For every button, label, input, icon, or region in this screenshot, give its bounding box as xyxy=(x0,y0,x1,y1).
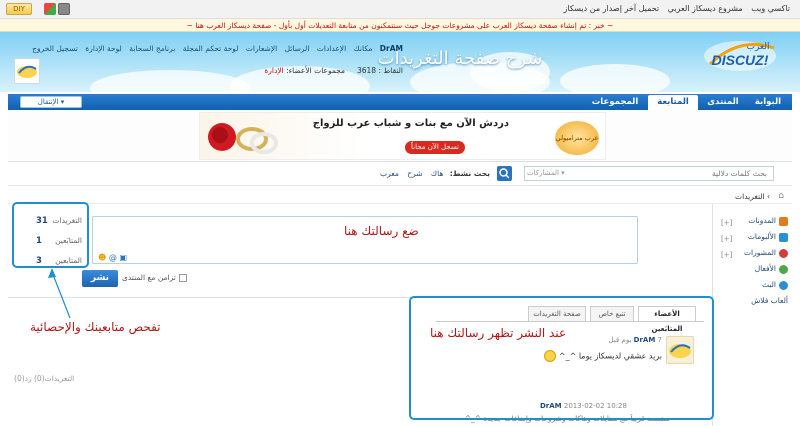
compose-toolbar: ☻ @ ▣ xyxy=(98,253,127,262)
user-info: النقاط : 3618 مجموعات الأعضاء: الإدارة xyxy=(264,66,403,75)
add-icon[interactable]: [+] xyxy=(721,232,732,246)
sidebar-item-label: البث xyxy=(762,280,776,289)
discuz-logo[interactable]: DISCUZ! العرب xyxy=(700,34,780,74)
hot-label: بحث نشط: xyxy=(449,169,490,178)
search-scope-label: المشاركات xyxy=(527,169,559,177)
user-link[interactable]: برنامج السحابة xyxy=(129,44,175,53)
arrow-annotation xyxy=(48,268,71,319)
sidebar-item-flash-games[interactable]: ألعاب فلاش xyxy=(717,294,788,308)
broadcast-icon xyxy=(779,280,788,290)
sidebar-item-albums[interactable]: الألبومات [+] xyxy=(717,230,788,244)
quick-nav-label: الإنتقال xyxy=(37,98,59,106)
news-ticker[interactable]: ~ خبر : تم إنشاء صفحة ديسكاز العرب على م… xyxy=(0,19,800,32)
breadcrumb-label: التغريدات xyxy=(735,192,765,201)
image-icon[interactable]: ▣ xyxy=(119,253,127,262)
tweets-reply-count: التغريدات(0) رد(0) xyxy=(14,374,75,383)
sidebar-item-broadcast[interactable]: البث xyxy=(717,278,788,292)
top-link[interactable]: مشروع ديسكاز العربي xyxy=(668,4,743,13)
annotation-box-stats xyxy=(12,202,89,268)
rose-rings-image xyxy=(208,123,278,154)
top-links: تاكسي ويب مشروع ديسكاز العربي تحميل آخر … xyxy=(558,4,790,13)
hot-search-link[interactable]: هاك xyxy=(431,169,443,178)
add-icon[interactable]: [+] xyxy=(721,216,732,230)
diy-button[interactable]: DIY xyxy=(6,3,32,15)
user-links: DrAM مكانك الإعدادات الرسائل الإشعارات ل… xyxy=(27,44,403,53)
group-label: مجموعات الأعضاء: xyxy=(286,66,346,75)
user-link[interactable]: الإعدادات xyxy=(317,44,346,53)
user-link[interactable]: لوحة تحكم المجلة xyxy=(183,44,239,53)
annotation-stats-hint: تفحص متابعينك والإحصائية xyxy=(30,320,161,334)
sidebar-item-shares[interactable]: المشورات [+] xyxy=(717,246,788,260)
top-link[interactable]: تحميل آخر إصدار من ديسكاز xyxy=(564,4,660,13)
sidebar-item-blogs[interactable]: المدونات [+] xyxy=(717,214,788,228)
user-link[interactable]: مكانك xyxy=(354,44,373,53)
search-scope-select[interactable]: ▾ المشاركات xyxy=(527,169,565,177)
user-link[interactable]: لوحة الإدارة xyxy=(85,44,122,53)
heart-icon xyxy=(779,248,788,258)
nav-tab-portal[interactable]: البوابة xyxy=(748,95,788,110)
user-link[interactable]: الرسائل xyxy=(285,44,310,53)
breadcrumb-current[interactable]: › التغريدات xyxy=(735,192,770,201)
group-value[interactable]: الإدارة xyxy=(264,66,283,75)
apps-icon[interactable] xyxy=(44,3,56,15)
logo-latin: DISCUZ! xyxy=(712,52,769,68)
app-sidebar: المدونات [+] الألبومات [+] المشورات [+] الأ… xyxy=(712,204,792,426)
user-link[interactable]: تسجيل الخروج xyxy=(32,44,78,53)
banner-cta-button[interactable]: تسجل الآن مجاناً xyxy=(405,141,465,154)
home-icon[interactable]: ⌂ xyxy=(778,191,784,201)
top-link[interactable]: تاكسي ويب xyxy=(751,4,790,13)
sidebar-item-label: المدونات xyxy=(748,216,776,225)
sync-label: تزامن مع المنتدى xyxy=(122,273,176,282)
nav-tab-follow[interactable]: المتابعة xyxy=(648,95,698,110)
sync-checkbox[interactable] xyxy=(178,274,187,282)
annotation-box-feed xyxy=(409,296,714,420)
quick-nav-button[interactable]: ▾ الإنتقال xyxy=(20,96,82,108)
site-header: شرح صفحة التغريدات DISCUZ! العرب DrAM مك… xyxy=(0,32,800,92)
points-value[interactable]: 3618 xyxy=(357,66,376,75)
nav-tab-groups[interactable]: المجموعات xyxy=(586,95,644,110)
hot-search-link[interactable]: شرح xyxy=(407,169,422,178)
mention-icon[interactable]: @ xyxy=(109,253,117,262)
banner-brand-logo: عرب متراميولي xyxy=(555,121,599,155)
annotation-compose-hint: ضع رسالتك هنا xyxy=(344,224,419,238)
smiley-icon[interactable]: ☻ xyxy=(98,253,106,262)
banner-headline: دردش الآن مع بنات و شباب عرب للزواج xyxy=(312,118,509,129)
sidebar-item-label: المشورات xyxy=(743,248,776,257)
sidebar-item-actions[interactable]: الأفعال xyxy=(717,262,788,276)
logo-arabic: العرب xyxy=(746,42,769,52)
top-bar: تاكسي ويب مشروع ديسكاز العربي تحميل آخر … xyxy=(0,0,800,19)
breadcrumb: ⌂ › التغريدات xyxy=(8,188,792,204)
nav-tab-forum[interactable]: المنتدى xyxy=(702,95,744,110)
main-nav: البوابة المنتدى المتابعة المجموعات ▾ الإ… xyxy=(8,94,792,110)
settings-icon[interactable] xyxy=(58,3,70,15)
add-icon[interactable]: [+] xyxy=(721,248,732,262)
blog-icon xyxy=(779,216,788,226)
user-link[interactable]: الإشعارات xyxy=(246,44,277,53)
hot-search-link[interactable]: معرب xyxy=(380,169,399,178)
search-icon xyxy=(499,168,510,179)
sync-forum-option[interactable]: تزامن مع المنتدى xyxy=(122,273,187,282)
points-label: النقاط : xyxy=(378,66,403,75)
user-box: DrAM مكانك الإعدادات الرسائل الإشعارات ل… xyxy=(8,40,403,84)
sidebar-item-label: الألبومات xyxy=(747,232,776,241)
hot-searches: بحث نشط: هاك شرح معرب xyxy=(374,169,490,178)
album-icon xyxy=(779,232,788,242)
sidebar-item-label: الأفعال xyxy=(754,264,776,273)
post-button[interactable]: نشر xyxy=(82,270,118,287)
actions-icon xyxy=(779,264,788,274)
sidebar-item-label: ألعاب فلاش xyxy=(751,296,788,305)
search-button[interactable] xyxy=(497,166,512,181)
annotation-feed-hint: عند النشر تظهر رسالتك هنا xyxy=(430,326,567,340)
username-link[interactable]: DrAM xyxy=(380,44,403,53)
ad-banner[interactable]: دردش الآن مع بنات و شباب عرب للزواج تسجل… xyxy=(199,112,606,160)
avatar[interactable] xyxy=(14,58,40,84)
